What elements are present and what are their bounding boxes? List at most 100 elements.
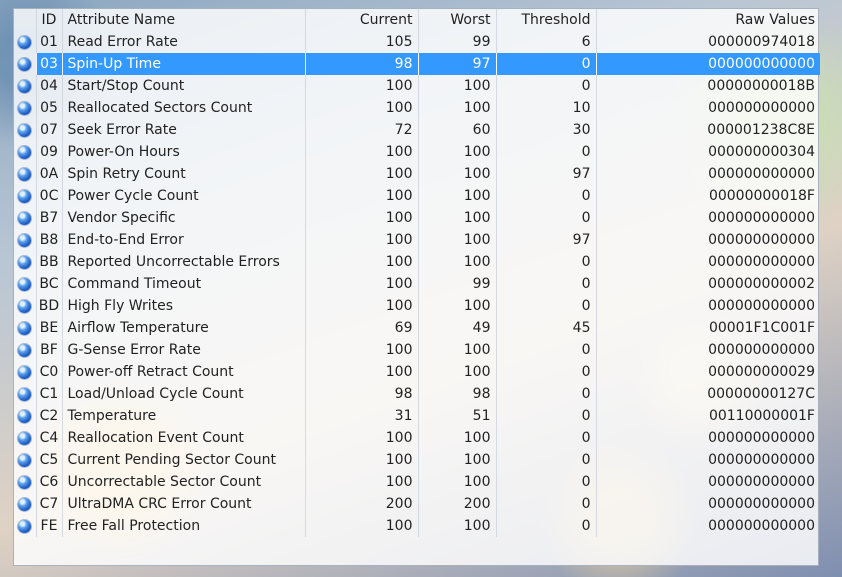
worst-value: 200 xyxy=(418,493,497,515)
status-dot-icon xyxy=(18,321,32,335)
attribute-id: B7 xyxy=(36,207,63,229)
status-cell xyxy=(14,185,37,207)
status-dot-icon xyxy=(18,475,32,489)
worst-value: 100 xyxy=(418,427,497,449)
attribute-id: BE xyxy=(36,317,63,339)
table-row[interactable]: C6 Uncorrectable Sector Count 100 100 0 00000… xyxy=(14,471,820,493)
threshold-value: 0 xyxy=(496,185,597,207)
table-row[interactable]: C4 Reallocation Event Count 100 100 0 0000000… xyxy=(14,427,820,449)
threshold-value: 0 xyxy=(496,251,597,273)
attribute-id: 03 xyxy=(36,53,63,75)
raw-value: 000000000000 xyxy=(708,342,815,358)
table-row[interactable]: 01 Read Error Rate 105 99 6 000000974018 xyxy=(14,31,820,53)
worst-value: 100 xyxy=(418,251,497,273)
status-dot-icon xyxy=(18,431,32,445)
table-row[interactable]: B7 Vendor Specific 100 100 0 000000000000 xyxy=(14,207,820,229)
current-value: 100 xyxy=(305,163,419,185)
status-dot-icon xyxy=(18,101,32,115)
table-row[interactable]: 03 Spin-Up Time 98 97 0 000000000000 xyxy=(14,53,820,75)
threshold-value: 0 xyxy=(496,515,597,537)
attribute-name: Reported Uncorrectable Errors xyxy=(62,251,306,273)
attribute-id: BB xyxy=(36,251,63,273)
table-row[interactable]: BD High Fly Writes 100 100 0 000000000000 xyxy=(14,295,820,317)
status-cell xyxy=(14,295,37,317)
table-row[interactable]: C1 Load/Unload Cycle Count 98 98 0 0000000012… xyxy=(14,383,820,405)
table-row[interactable]: 09 Power-On Hours 100 100 0 000000000304 xyxy=(14,141,820,163)
current-value: 100 xyxy=(305,339,419,361)
attribute-name: Vendor Specific xyxy=(62,207,306,229)
attribute-name: UltraDMA CRC Error Count xyxy=(62,493,306,515)
threshold-value: 10 xyxy=(496,97,597,119)
threshold-value: 0 xyxy=(496,405,597,427)
status-dot-icon xyxy=(18,409,32,423)
attribute-name: High Fly Writes xyxy=(62,295,306,317)
attribute-name: Temperature xyxy=(62,405,306,427)
table-row[interactable]: BE Airflow Temperature 69 49 45 00001F1C001F xyxy=(14,317,820,339)
worst-value: 60 xyxy=(418,119,497,141)
raw-value: 000001238C8E xyxy=(707,122,815,138)
threshold-value: 0 xyxy=(496,339,597,361)
attribute-id: C1 xyxy=(36,383,63,405)
table-row[interactable]: B8 End-to-End Error 100 100 97 000000000000 xyxy=(14,229,820,251)
table-row[interactable]: BF G-Sense Error Rate 100 100 0 000000000000 xyxy=(14,339,820,361)
header-threshold[interactable]: Threshold xyxy=(496,9,597,31)
table-row[interactable]: C0 Power-off Retract Count 100 100 0 00000000… xyxy=(14,361,820,383)
table-row[interactable]: BC Command Timeout 100 99 0 000000000002 xyxy=(14,273,820,295)
table-row[interactable]: 0A Spin Retry Count 100 100 97 000000000000 xyxy=(14,163,820,185)
header-attribute-name[interactable]: Attribute Name xyxy=(62,9,306,31)
attribute-name: End-to-End Error xyxy=(62,229,306,251)
threshold-value: 0 xyxy=(496,427,597,449)
current-value: 69 xyxy=(305,317,419,339)
worst-value: 100 xyxy=(418,471,497,493)
raw-value: 000000000000 xyxy=(708,232,815,248)
status-dot-icon xyxy=(18,365,32,379)
status-cell xyxy=(14,405,37,427)
table-row[interactable]: 07 Seek Error Rate 72 60 30 000001238C8E xyxy=(14,119,820,141)
header-current[interactable]: Current xyxy=(305,9,419,31)
threshold-value: 97 xyxy=(496,163,597,185)
current-value: 100 xyxy=(305,273,419,295)
table-row[interactable]: 05 Reallocated Sectors Count 100 100 10 00000… xyxy=(14,97,820,119)
status-cell xyxy=(14,119,37,141)
header-status-column[interactable] xyxy=(14,9,37,31)
worst-value: 100 xyxy=(418,229,497,251)
header-worst[interactable]: Worst xyxy=(418,9,497,31)
threshold-value: 0 xyxy=(496,53,597,75)
status-dot-icon xyxy=(18,387,32,401)
table-row[interactable]: 04 Start/Stop Count 100 100 0 00000000018B xyxy=(14,75,820,97)
raw-value: 000000000000 xyxy=(708,166,815,182)
table-row[interactable]: BB Reported Uncorrectable Errors 100 100 0 00… xyxy=(14,251,820,273)
current-value: 100 xyxy=(305,185,419,207)
worst-value: 100 xyxy=(418,207,497,229)
attribute-id: 0A xyxy=(36,163,63,185)
status-dot-icon xyxy=(18,343,32,357)
table-row[interactable]: C5 Current Pending Sector Count 100 100 0 000… xyxy=(14,449,820,471)
attribute-name: Read Error Rate xyxy=(62,31,306,53)
raw-value: 000000000000 xyxy=(708,298,815,314)
attribute-name: Power-off Retract Count xyxy=(62,361,306,383)
current-value: 100 xyxy=(305,295,419,317)
status-cell xyxy=(14,97,37,119)
header-id[interactable]: ID xyxy=(36,9,63,31)
current-value: 200 xyxy=(305,493,419,515)
status-cell xyxy=(14,229,37,251)
raw-value: 000000000000 xyxy=(708,452,815,468)
table-row[interactable]: 0C Power Cycle Count 100 100 0 00000000018F xyxy=(14,185,820,207)
header-raw-values[interactable]: Raw Values xyxy=(596,9,820,31)
attribute-id: C5 xyxy=(36,449,63,471)
status-cell xyxy=(14,31,37,53)
attribute-name: Load/Unload Cycle Count xyxy=(62,383,306,405)
table-row[interactable]: C2 Temperature 31 51 0 00110000001F xyxy=(14,405,820,427)
current-value: 100 xyxy=(305,471,419,493)
table-row[interactable]: FE Free Fall Protection 100 100 0 00000000000… xyxy=(14,515,820,537)
attribute-name: Reallocation Event Count xyxy=(62,427,306,449)
attribute-id: 07 xyxy=(36,119,63,141)
worst-value: 100 xyxy=(418,141,497,163)
status-cell xyxy=(14,493,37,515)
threshold-value: 45 xyxy=(496,317,597,339)
threshold-value: 0 xyxy=(496,207,597,229)
current-value: 100 xyxy=(305,141,419,163)
table-row[interactable]: C7 UltraDMA CRC Error Count 200 200 0 0000000… xyxy=(14,493,820,515)
threshold-value: 0 xyxy=(496,449,597,471)
current-value: 100 xyxy=(305,97,419,119)
